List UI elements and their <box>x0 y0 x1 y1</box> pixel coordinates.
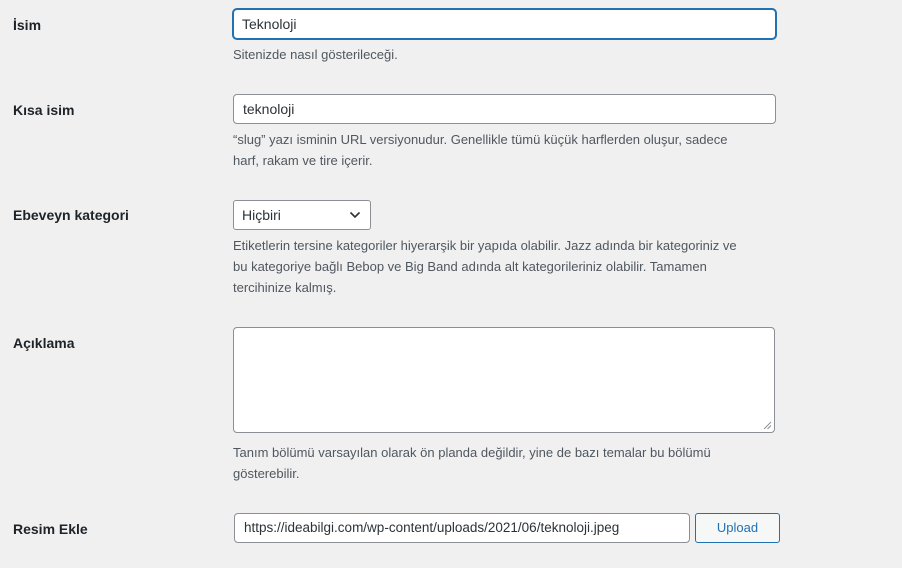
parent-category-label: Ebeveyn kategori <box>13 207 129 223</box>
name-label: İsim <box>13 17 42 33</box>
upload-button[interactable]: Upload <box>695 513 780 543</box>
description-help: Tanım bölümü varsayılan olarak ön planda… <box>233 442 711 484</box>
parent-category-selected: Hiçbiri <box>242 207 281 223</box>
description-label: Açıklama <box>13 335 75 351</box>
description-field-wrap <box>233 327 775 433</box>
chevron-down-icon <box>349 211 361 219</box>
image-url-input[interactable]: https://ideabilgi.com/wp-content/uploads… <box>234 513 690 543</box>
parent-description-line2: bu kategoriye bağlı Bebop ve Big Band ad… <box>233 259 707 274</box>
resize-grip-icon[interactable] <box>763 421 772 430</box>
parent-description-line3: tercihinize kalmış. <box>233 280 337 295</box>
parent-category-description: Etiketlerin tersine kategoriler hiyerarş… <box>233 235 737 298</box>
slug-input[interactable]: teknoloji <box>233 94 776 124</box>
name-input[interactable]: Teknoloji <box>233 9 776 39</box>
slug-field-wrap: teknoloji <box>233 94 776 124</box>
parent-description-line1: Etiketlerin tersine kategoriler hiyerarş… <box>233 238 737 253</box>
image-field-wrap: https://ideabilgi.com/wp-content/uploads… <box>234 513 690 543</box>
description-help-line2: gösterebilir. <box>233 466 300 481</box>
slug-description-line2: harf, rakam ve tire içerir. <box>233 153 373 168</box>
slug-description: “slug” yazı isminin URL versiyonudur. Ge… <box>233 129 727 171</box>
image-label: Resim Ekle <box>13 521 88 537</box>
name-description: Sitenizde nasıl gösterileceği. <box>233 47 398 62</box>
parent-category-select[interactable]: Hiçbiri <box>233 200 371 230</box>
slug-description-line1: “slug” yazı isminin URL versiyonudur. Ge… <box>233 132 728 147</box>
parent-category-wrap: Hiçbiri <box>233 200 371 230</box>
description-textarea[interactable] <box>233 327 775 433</box>
slug-label: Kısa isim <box>13 102 75 118</box>
description-help-line1: Tanım bölümü varsayılan olarak ön planda… <box>233 445 711 460</box>
name-field-wrap: Teknoloji <box>233 9 776 39</box>
